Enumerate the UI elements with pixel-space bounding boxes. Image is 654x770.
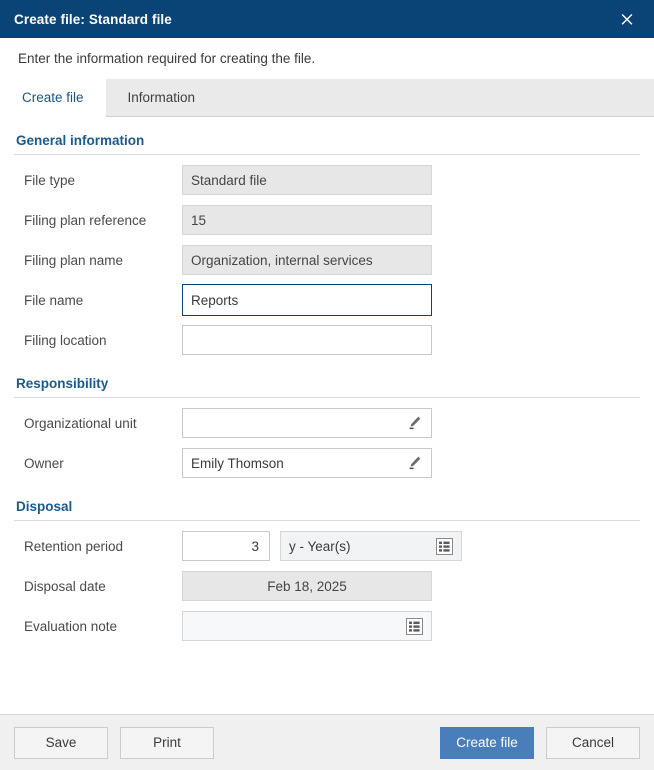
save-button-label: Save — [45, 735, 77, 750]
create-file-dialog: Create file: Standard file Enter the inf… — [0, 0, 654, 770]
dialog-title: Create file: Standard file — [14, 11, 172, 27]
pencil-icon[interactable] — [407, 455, 423, 471]
print-button-label: Print — [153, 735, 181, 750]
label-filing-location: Filing location — [24, 332, 107, 348]
create-file-button[interactable]: Create file — [440, 726, 534, 759]
field-row-organizational-unit: Organizational unit — [14, 403, 640, 443]
tab-information[interactable]: Information — [105, 79, 218, 116]
list-icon[interactable] — [406, 617, 423, 635]
list-icon[interactable] — [436, 537, 453, 555]
evaluation-note-field[interactable] — [182, 611, 432, 641]
label-owner: Owner — [24, 455, 64, 471]
organizational-unit-input[interactable] — [182, 408, 432, 438]
owner-value: Emily Thomson — [191, 455, 284, 471]
tab-create-file[interactable]: Create file — [0, 79, 106, 117]
control-filing-location — [182, 325, 432, 355]
control-retention-period: 3 y - Year(s) — [182, 531, 462, 561]
file-type-value: Standard file — [191, 172, 267, 188]
control-file-type: Standard file — [182, 165, 432, 195]
filing-plan-reference-value: 15 — [191, 212, 207, 228]
retention-period-value: 3 — [251, 538, 259, 554]
file-name-input[interactable]: Reports — [182, 284, 432, 316]
pencil-icon[interactable] — [407, 415, 423, 431]
owner-input[interactable]: Emily Thomson — [182, 448, 432, 478]
label-organizational-unit: Organizational unit — [24, 415, 137, 431]
control-disposal-date: Feb 18, 2025 — [182, 571, 432, 601]
field-row-evaluation-note: Evaluation note — [14, 606, 640, 646]
control-file-name: Reports — [182, 284, 432, 316]
label-file-name: File name — [24, 292, 84, 308]
field-row-disposal-date: Disposal date Feb 18, 2025 — [14, 566, 640, 606]
tab-bar: Create file Information — [0, 79, 654, 117]
section-title-disposal: Disposal — [16, 499, 73, 514]
retention-unit-select[interactable]: y - Year(s) — [280, 531, 462, 561]
disposal-date-field: Feb 18, 2025 — [182, 571, 432, 601]
filing-plan-name-value: Organization, internal services — [191, 252, 373, 268]
footer-right-actions: Create file Cancel — [440, 726, 640, 759]
control-filing-plan-name: Organization, internal services — [182, 245, 432, 275]
print-button[interactable]: Print — [120, 726, 214, 759]
file-name-value: Reports — [191, 292, 239, 308]
filing-location-input[interactable] — [182, 325, 432, 355]
section-divider-responsibility — [14, 397, 640, 398]
field-row-owner: Owner Emily Thomson — [14, 443, 640, 483]
tab-create-file-label: Create file — [22, 90, 84, 105]
tab-information-label: Information — [127, 90, 196, 105]
section-divider-disposal — [14, 520, 640, 521]
form-area: General information File type Standard f… — [0, 117, 654, 714]
dialog-titlebar: Create file: Standard file — [0, 0, 654, 38]
disposal-date-value: Feb 18, 2025 — [267, 578, 347, 594]
label-disposal-date: Disposal date — [24, 578, 106, 594]
label-retention-period: Retention period — [24, 538, 124, 554]
save-button[interactable]: Save — [14, 726, 108, 759]
label-evaluation-note: Evaluation note — [24, 618, 118, 634]
file-type-field: Standard file — [182, 165, 432, 195]
close-icon[interactable] — [616, 8, 638, 30]
filing-plan-reference-field: 15 — [182, 205, 432, 235]
section-title-responsibility: Responsibility — [16, 376, 109, 391]
label-filing-plan-name: Filing plan name — [24, 252, 124, 268]
section-divider-general — [14, 154, 640, 155]
dialog-description-text: Enter the information required for creat… — [18, 51, 316, 66]
section-title-general: General information — [16, 133, 145, 148]
create-file-button-label: Create file — [456, 735, 518, 750]
field-row-retention-period: Retention period 3 y - Year(s) — [14, 526, 640, 566]
retention-period-input[interactable]: 3 — [182, 531, 270, 561]
control-organizational-unit — [182, 408, 432, 438]
retention-unit-value: y - Year(s) — [289, 538, 351, 554]
dialog-description: Enter the information required for creat… — [0, 38, 654, 79]
field-row-filing-plan-reference: Filing plan reference 15 — [14, 200, 640, 240]
field-row-filing-plan-name: Filing plan name Organization, internal … — [14, 240, 640, 280]
control-owner: Emily Thomson — [182, 448, 432, 478]
cancel-button[interactable]: Cancel — [546, 726, 640, 759]
control-evaluation-note — [182, 611, 432, 641]
label-filing-plan-reference: Filing plan reference — [24, 212, 147, 228]
field-row-file-name: File name Reports — [14, 280, 640, 320]
field-row-filing-location: Filing location — [14, 320, 640, 360]
label-file-type: File type — [24, 172, 76, 188]
dialog-footer: Save Print Create file Cancel — [0, 714, 654, 770]
control-filing-plan-reference: 15 — [182, 205, 432, 235]
footer-left-actions: Save Print — [14, 726, 214, 759]
filing-plan-name-field: Organization, internal services — [182, 245, 432, 275]
field-row-file-type: File type Standard file — [14, 160, 640, 200]
cancel-button-label: Cancel — [571, 735, 615, 750]
